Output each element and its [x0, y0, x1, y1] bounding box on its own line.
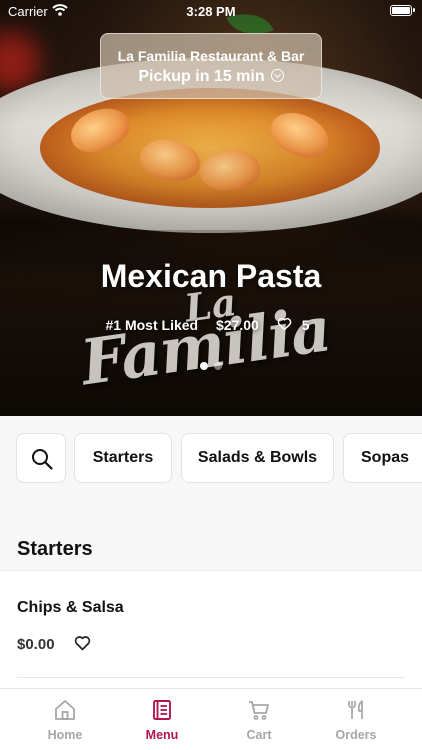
tab-cart[interactable]: Cart [210, 689, 308, 750]
menu-item[interactable]: Chips & Salsa $0.00 [0, 570, 422, 690]
restaurant-name: La Familia Restaurant & Bar [117, 48, 305, 64]
popularity-badge: #1 Most Liked [105, 317, 199, 333]
pickup-time-label: Pickup in 15 min [138, 68, 265, 85]
tab-label: Orders [335, 728, 377, 742]
pickup-time[interactable]: Pickup in 15 min [101, 68, 321, 86]
carousel-dot-2[interactable] [214, 362, 222, 370]
category-bar[interactable]: Starters Salads & Bowls Sopas [0, 416, 422, 500]
tab-label: Cart [246, 728, 272, 742]
category-chip[interactable]: Salads & Bowls [181, 433, 334, 483]
utensils-icon [348, 700, 363, 719]
carousel-pagination[interactable] [0, 357, 422, 375]
featured-dish-title: Mexican Pasta [100, 258, 322, 294]
menu-item-name: Chips & Salsa [17, 599, 124, 616]
divider [17, 677, 405, 678]
section-header: Starters [0, 500, 422, 570]
cart-icon [249, 701, 269, 720]
tab-home[interactable]: Home [16, 689, 114, 750]
menu-item-price: $0.00 [17, 636, 55, 653]
app-screen: La Familia Mexican Pasta #1 Most Liked $… [0, 0, 422, 750]
section-title: Starters [17, 538, 93, 560]
category-chip[interactable]: Sopas [343, 433, 422, 483]
tab-label: Menu [145, 728, 179, 742]
logo-text-bottom: Familia [76, 292, 335, 400]
likes[interactable]: 5 [277, 317, 317, 333]
pickup-info-card[interactable]: La Familia Restaurant & Bar Pickup in 15… [100, 33, 322, 99]
heart-icon [277, 317, 291, 331]
featured-dish-meta: #1 Most Liked $27.00 5 [0, 316, 422, 333]
tab-menu[interactable]: Menu [113, 689, 211, 750]
battery-icon [390, 5, 415, 16]
clock: 3:28 PM [186, 4, 236, 19]
likes-count: 5 [301, 317, 310, 333]
tab-bar: Home Menu Cart Orders [0, 688, 422, 750]
tab-orders[interactable]: Orders [307, 689, 405, 750]
heart-icon[interactable] [74, 635, 91, 651]
menu-icon [153, 700, 171, 720]
featured-dish-price: $27.00 [215, 317, 259, 333]
search-icon [32, 449, 53, 470]
status-bar: Carrier 3:28 PM [0, 0, 422, 22]
category-chip[interactable]: Starters [74, 433, 172, 483]
tab-label: Home [47, 728, 83, 742]
home-icon [55, 700, 75, 720]
carousel-dot-1[interactable] [200, 362, 208, 370]
search-button[interactable] [16, 433, 66, 483]
chevron-down-icon [270, 69, 284, 82]
